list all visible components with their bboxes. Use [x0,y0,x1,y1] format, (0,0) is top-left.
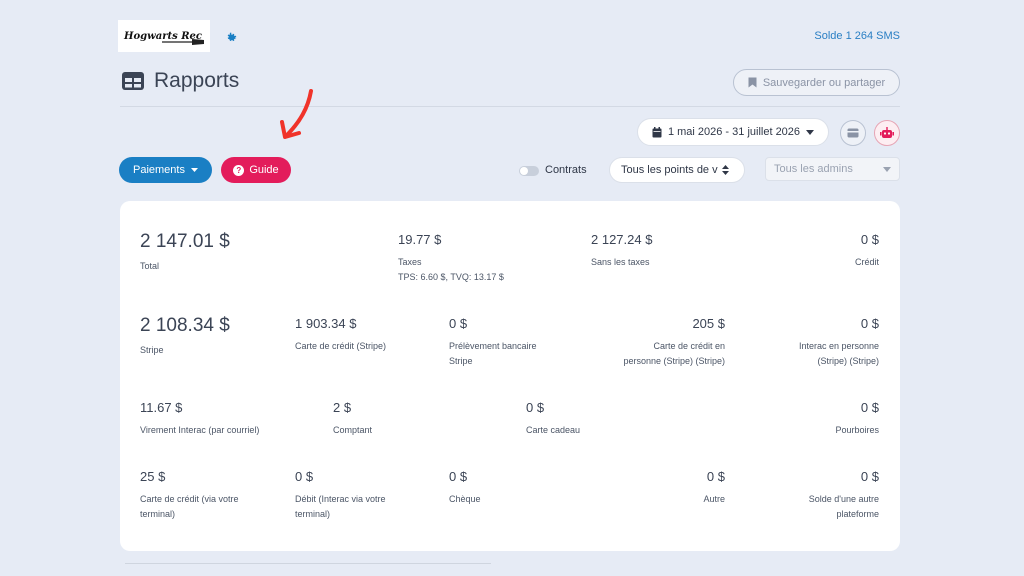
stat-label: Autre [703,494,725,504]
solde-label: Solde [814,30,843,42]
caret-down-icon [806,129,815,135]
stat-taxes: 19.77 $ Taxes TPS: 6.60 $, TVQ: 13.17 $ [398,232,504,285]
broom-icon [162,39,204,45]
stat-label: terminal) [295,509,331,519]
calendar-icon [652,126,662,137]
divider [120,106,900,107]
stat-label: plateforme [836,509,879,519]
question-icon: ? [233,164,245,176]
points-select-value: Tous les points de v [621,164,718,176]
guide-button[interactable]: ? Guide [221,157,291,183]
paiements-label: Paiements [133,164,185,176]
stat-value: 0 $ [860,400,879,415]
stat-value: 2 108.34 $ [140,315,230,336]
stat-pourboires: 0 $ Pourboires [835,400,879,438]
stat-label: Pourboires [835,425,879,435]
robot-button[interactable] [874,120,900,146]
table-icon [122,72,144,90]
contrats-label: Contrats [545,164,587,176]
divider [125,563,491,564]
stat-sublabel: TPS: 6.60 $, TVQ: 13.17 $ [398,272,504,282]
stat-credit: 0 $ Crédit [855,232,879,270]
stat-cheque: 0 $ Chèque [449,469,481,507]
stat-label: Débit (Interac via votre [295,494,386,504]
stat-value: 0 $ [860,316,879,331]
page-title: Rapports [154,69,240,92]
stat-label: terminal) [140,509,176,519]
points-de-vente-select[interactable]: Tous les points de v [609,157,745,183]
stat-label: Carte cadeau [526,425,581,435]
card-icon [847,128,859,138]
stat-label: Stripe [449,356,473,366]
stat-cc-stripe: 1 903.34 $ Carte de crédit (Stripe) [295,316,386,354]
caret-down-icon [883,167,891,172]
stat-cc-terminal: 25 $ Carte de crédit (via votre terminal… [140,469,239,522]
stat-carte-cadeau: 0 $ Carte cadeau [526,400,580,438]
page-header: Rapports [121,69,239,93]
date-range-picker[interactable]: 1 mai 2026 - 31 juillet 2026 [637,118,829,146]
stat-autre: 0 $ Autre [703,469,725,507]
stat-label: Crédit [854,257,879,267]
contrats-toggle[interactable] [519,166,539,176]
stat-value: 0 $ [449,469,468,484]
stat-debit: 0 $ Débit (Interac via votre terminal) [295,469,386,522]
stat-autre-plateforme: 0 $ Solde d'une autre plateforme [809,469,879,522]
sort-icon [721,165,729,175]
stat-value: 0 $ [449,316,468,331]
stat-cc-personne: 205 $ Carte de crédit en personne (Strip… [623,316,725,369]
stat-label: Carte de crédit en [653,341,725,351]
stat-label: Stripe [140,345,164,355]
stat-label: Taxes [398,257,422,267]
stat-value: 0 $ [860,232,879,247]
stat-label: Chèque [449,494,481,504]
save-share-label: Sauvegarder ou partager [762,76,886,89]
caret-down-icon [190,168,198,172]
stat-value: 205 $ [692,316,725,331]
stat-label: Carte de crédit (Stripe) [295,341,387,351]
stat-sans-taxes: 2 127.24 $ Sans les taxes [591,232,652,270]
stat-virement: 11.67 $ Virement Interac (par courriel) [140,400,259,438]
stat-label: Carte de crédit (via votre [140,494,239,504]
gear-icon[interactable] [225,31,239,45]
stat-label: personne (Stripe) (Stripe) [623,356,725,366]
stat-label: Total [140,261,160,271]
admins-select[interactable]: Tous les admins [765,157,900,181]
card-view-button[interactable] [840,120,866,146]
guide-label: Guide [249,164,279,176]
stat-value: 0 $ [860,469,879,484]
stat-prelevement: 0 $ Prélèvement bancaire Stripe [449,316,537,369]
robot-icon [880,127,894,138]
stat-comptant: 2 $ Comptant [333,400,372,438]
stat-total: 2 147.01 $ Total [140,231,230,274]
save-share-button[interactable]: Sauvegarder ou partager [733,69,900,96]
stat-interac-personne: 0 $ Interac en personne (Stripe) (Stripe… [799,316,879,369]
date-range-text: 1 mai 2026 - 31 juillet 2026 [667,126,801,138]
stat-value: 25 $ [140,469,166,484]
stat-value: 0 $ [295,469,314,484]
sms-balance[interactable]: Solde 1 264 SMS [814,30,900,42]
admins-placeholder: Tous les admins [774,163,853,175]
stat-label: Solde d'une autre [808,494,879,504]
solde-value: 1 264 SMS [845,30,900,42]
stat-label: Prélèvement bancaire [449,341,537,351]
stat-value: 1 903.34 $ [295,316,357,331]
stat-value: 2 $ [333,400,352,415]
stat-label: (Stripe) (Stripe) [817,356,879,366]
stat-value: 11.67 $ [140,400,183,415]
stat-value: 0 $ [706,469,725,484]
annotation-arrow [280,89,313,139]
stat-value: 19.77 $ [398,232,442,247]
stat-label: Sans les taxes [591,257,650,267]
bookmark-icon [748,77,757,88]
club-logo[interactable]: Hogwarts Rec [118,20,210,52]
stat-value: 2 147.01 $ [140,231,230,252]
stat-label: Virement Interac (par courriel) [140,425,260,435]
stat-value: 0 $ [526,400,545,415]
report-summary-card: 2 147.01 $ Total 19.77 $ Taxes TPS: 6.60… [120,201,900,551]
stat-label: Interac en personne [798,341,879,351]
stat-stripe: 2 108.34 $ Stripe [140,315,230,358]
stat-label: Comptant [333,425,373,435]
paiements-dropdown-button[interactable]: Paiements [119,157,212,183]
stat-value: 2 127.24 $ [591,232,653,247]
